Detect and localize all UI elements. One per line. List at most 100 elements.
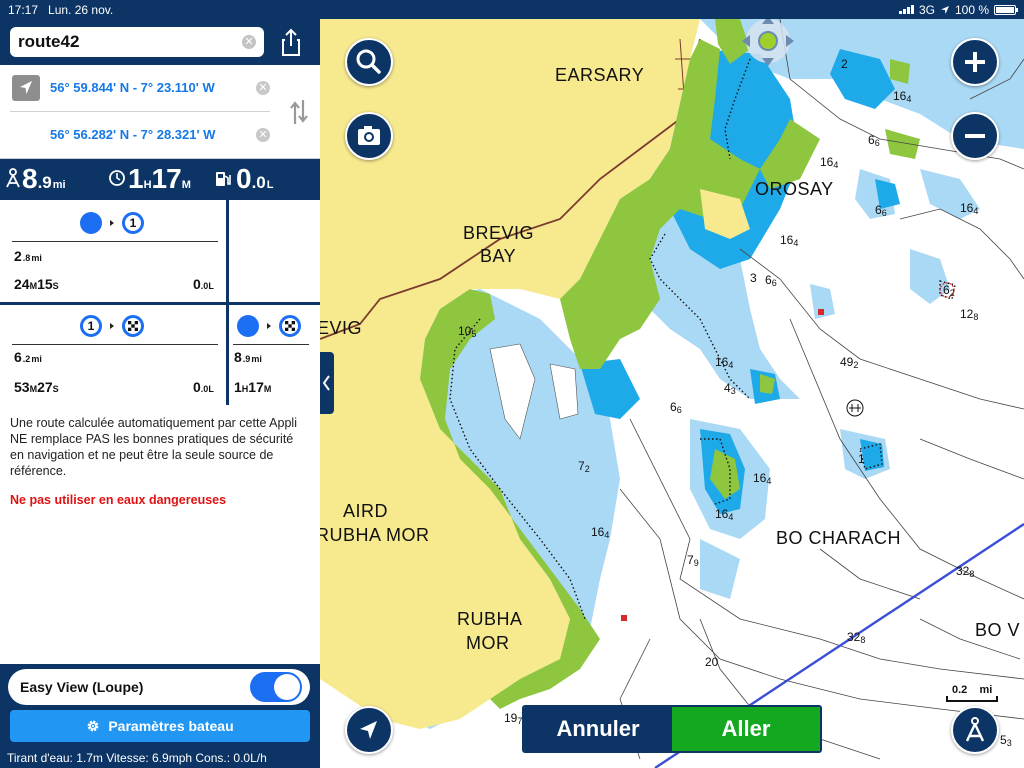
- depth-sounding: 66: [875, 203, 887, 218]
- route-mode-button[interactable]: [951, 706, 999, 754]
- place-label-bo-charach: BO CHARACH: [776, 528, 902, 548]
- end-coordinate-row[interactable]: 56° 56.282' N - 7° 28.321' W ✕: [0, 112, 320, 158]
- chart-canvas[interactable]: [320, 19, 1024, 768]
- share-icon[interactable]: [275, 27, 307, 59]
- map-scale: 0.2 mi: [944, 684, 999, 704]
- place-label-bo-v: BO V: [975, 620, 1021, 640]
- gear-icon: [87, 720, 99, 732]
- route-legs: 1 2.8mi 24M15S 0.0L 1 6.2mi 53M27S 0.0L: [0, 200, 320, 405]
- depth-sounding: 164: [753, 471, 772, 486]
- leg-fuel: 0.0L: [193, 379, 214, 395]
- start-coordinate: 56° 59.844' N - 7° 23.110' W: [50, 80, 215, 95]
- clear-route-name-icon[interactable]: ✕: [242, 35, 256, 49]
- leg-empty-slot: [229, 200, 320, 302]
- depth-sounding: 66: [868, 133, 880, 148]
- leg-time: 1H17M: [234, 379, 272, 395]
- go-button[interactable]: Aller: [672, 707, 820, 751]
- warning-text: Ne pas utiliser en eaux dangereuses: [10, 493, 227, 507]
- leg-line: [12, 241, 218, 242]
- depth-sounding: 79: [687, 553, 699, 568]
- scale-label: 0.2 mi: [952, 684, 993, 696]
- scale-bar: [946, 696, 998, 702]
- pan-arrows-icon: [742, 16, 794, 66]
- depth-sounding: 164: [591, 525, 610, 540]
- place-label-orosay: OROSAY: [755, 179, 834, 199]
- destination-flag-icon: [122, 315, 144, 337]
- end-coordinate: 56° 56.282' N - 7° 28.321' W: [50, 127, 216, 142]
- leg-distance: 2.8mi: [14, 248, 42, 264]
- total-fuel: 0.0 L: [236, 163, 274, 194]
- zoom-in-button[interactable]: [951, 38, 999, 86]
- route-summary: 8.9 mi 1 H 17 M 0.0 L: [0, 159, 320, 200]
- status-bar: 17:17 Lun. 26 nov. 3G 100 %: [0, 0, 1024, 19]
- leg-time: 24M15S: [14, 276, 59, 292]
- place-label-brevig-bay: BREVIG: [463, 223, 535, 243]
- depth-sounding: 197: [504, 711, 523, 726]
- clear-end-icon[interactable]: ✕: [256, 128, 270, 142]
- info-section: Une route calculée automatiquement par c…: [0, 405, 320, 664]
- disclaimer-text: Une route calculée automatiquement par c…: [10, 416, 297, 478]
- place-label-aird-2: RUBHA MOR: [320, 525, 430, 545]
- zoom-out-button[interactable]: [951, 112, 999, 160]
- swap-waypoints-icon[interactable]: [288, 98, 310, 126]
- place-label-rubha-2: MOR: [466, 633, 510, 653]
- cancel-button[interactable]: Annuler: [524, 707, 672, 751]
- depth-sounding: 164: [893, 89, 912, 104]
- arrow-icon: [110, 323, 114, 329]
- clear-start-icon[interactable]: ✕: [256, 81, 270, 95]
- search-button[interactable]: [345, 38, 393, 86]
- depth-sounding: 128: [960, 307, 979, 322]
- distance-icon: [6, 168, 20, 188]
- leg-line: [233, 344, 309, 345]
- minus-icon: [965, 134, 985, 138]
- depth-sounding: 164: [715, 507, 734, 522]
- total-duration: 1 H 17 M: [128, 163, 191, 194]
- easy-view-label: Easy View (Loupe): [20, 679, 144, 695]
- chevron-left-icon: [322, 375, 330, 391]
- pan-control[interactable]: [737, 12, 799, 70]
- depth-sounding: 43: [724, 381, 736, 396]
- depth-sounding: 72: [578, 459, 590, 474]
- depth-sounding: 328: [847, 630, 866, 645]
- easy-view-row: Easy View (Loupe): [8, 669, 310, 705]
- route-name-input[interactable]: route42 ✕: [10, 27, 264, 57]
- leg-distance: 8.9mi: [234, 349, 262, 365]
- current-position-icon: [12, 75, 40, 101]
- leg-1-to-end[interactable]: 1 6.2mi 53M27S 0.0L: [0, 305, 226, 405]
- start-coordinate-row[interactable]: 56° 59.844' N - 7° 23.110' W ✕: [0, 65, 320, 111]
- depth-sounding: 66: [670, 400, 682, 415]
- total-distance: 8.9 mi: [22, 163, 66, 194]
- route-header: route42 ✕: [0, 19, 320, 65]
- recenter-button[interactable]: [345, 706, 393, 754]
- network-type: 3G: [918, 2, 935, 17]
- battery-icon: [994, 4, 1018, 15]
- camera-icon: [358, 126, 380, 145]
- waypoint-1-icon: 1: [122, 212, 144, 234]
- depth-sounding: 1: [858, 452, 865, 466]
- easy-view-toggle[interactable]: [250, 672, 302, 702]
- fuel-pump-icon: [216, 172, 231, 186]
- place-label-aird: AIRD: [343, 501, 389, 521]
- leg-start-to-1[interactable]: 1 2.8mi 24M15S 0.0L: [0, 200, 226, 302]
- place-label-brevig-bay-2: BAY: [480, 246, 517, 266]
- depth-sounding: 2: [841, 57, 848, 71]
- depth-sounding: 3: [750, 271, 757, 285]
- status-time: 17:17: [8, 2, 39, 17]
- arrow-icon: [110, 220, 114, 226]
- depth-sounding: 164: [780, 233, 799, 248]
- route-panel: route42 ✕ 56° 59.844' N - 7° 23.110' W ✕…: [0, 19, 320, 768]
- depth-sounding: 62: [943, 283, 955, 298]
- camera-button[interactable]: [345, 112, 393, 160]
- battery-level: 100 %: [954, 2, 989, 17]
- route-name: route42: [18, 32, 80, 51]
- plus-icon: [965, 52, 985, 72]
- leg-total[interactable]: 8.9mi 1H17M: [229, 305, 320, 405]
- nautical-chart[interactable]: EARSARY OROSAY BREVIG BAY EVIG AIRD RUBH…: [320, 19, 1024, 768]
- clock-icon: [109, 170, 125, 186]
- status-right: 3G 100 %: [898, 2, 1018, 17]
- boat-settings-button[interactable]: Paramètres bateau: [10, 710, 310, 742]
- depth-sounding: 164: [820, 155, 839, 170]
- waypoint-1-icon: 1: [80, 315, 102, 337]
- destination-flag-icon: [279, 315, 301, 337]
- collapse-panel-button[interactable]: [320, 352, 334, 414]
